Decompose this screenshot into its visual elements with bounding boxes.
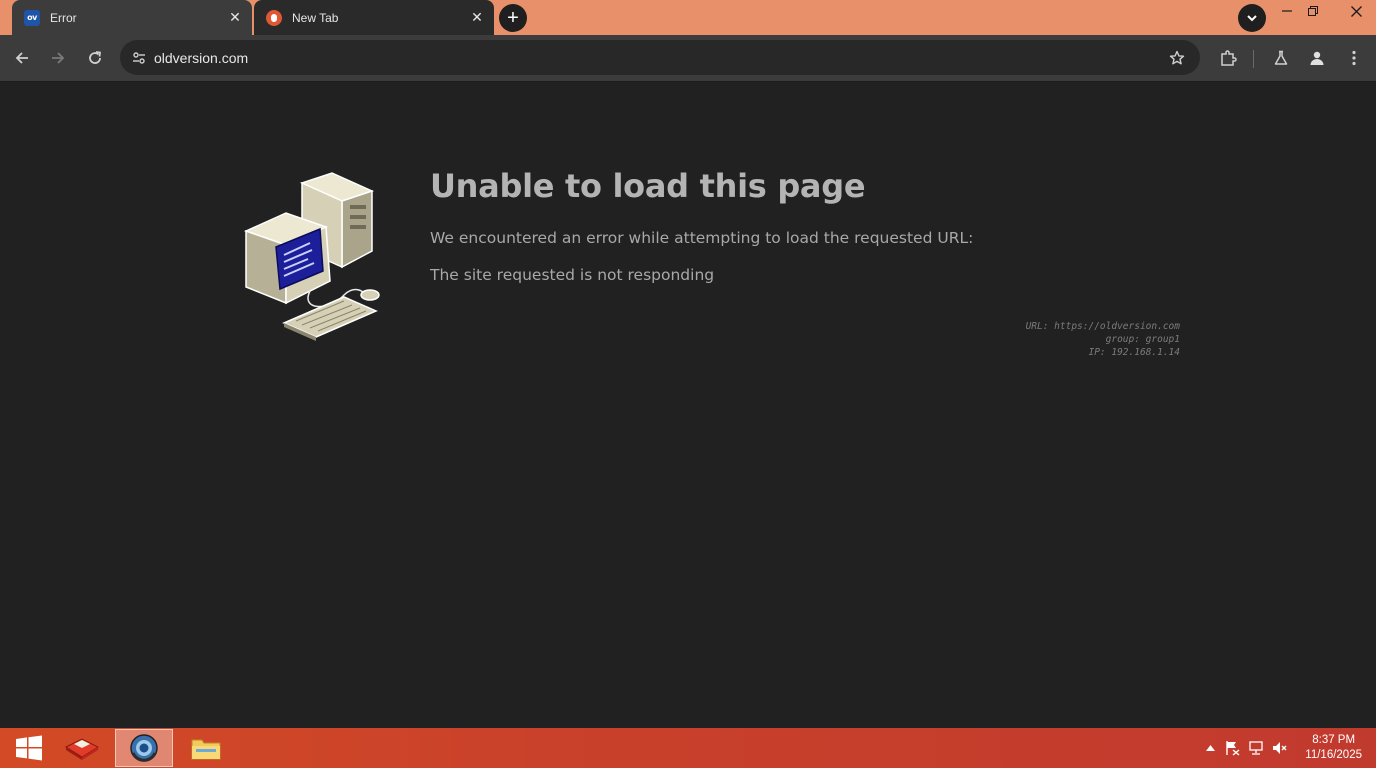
labs-button[interactable] [1269, 46, 1293, 70]
chevron-down-icon [1247, 15, 1257, 22]
close-tab-icon[interactable]: ✕ [226, 9, 244, 27]
reload-icon [89, 51, 102, 64]
bookmark-star-icon[interactable] [1166, 47, 1188, 69]
back-button[interactable] [10, 46, 34, 70]
profile-button[interactable] [1305, 46, 1329, 70]
app-icon [64, 738, 100, 760]
menu-button[interactable] [1342, 46, 1366, 70]
network-monitor-icon [1249, 741, 1263, 755]
speaker-muted-icon [1273, 742, 1287, 754]
taskbar: 8:37 PM 11/16/2025 [0, 728, 1376, 768]
minimize-icon [1282, 10, 1292, 12]
error-reason: The site requested is not responding [430, 266, 715, 284]
network-icon[interactable] [1248, 740, 1264, 756]
close-icon [1350, 5, 1362, 17]
browser-toolbar: oldversion.com [0, 35, 1376, 82]
extensions-button[interactable] [1216, 46, 1240, 70]
back-arrow-icon [15, 52, 28, 64]
browser-taskbar-button[interactable] [115, 729, 173, 767]
file-explorer-button[interactable] [177, 729, 235, 767]
action-center-flag-icon[interactable] [1224, 740, 1240, 756]
meta-url: URL: https://oldversion.com [1025, 321, 1180, 332]
meta-group: group: group1 [1105, 334, 1180, 345]
tab-new-tab[interactable]: New Tab ✕ [254, 0, 494, 35]
error-title: Unable to load this page [430, 167, 866, 205]
start-button[interactable] [0, 729, 58, 767]
reload-button[interactable] [83, 46, 107, 70]
flask-icon [1274, 50, 1288, 65]
site-info-icon[interactable] [128, 47, 150, 69]
restore-icon [1308, 6, 1318, 16]
tab-error[interactable]: ov Error ✕ [12, 0, 252, 35]
volume-icon[interactable] [1272, 740, 1288, 756]
meta-ip: IP: 192.168.1.14 [1088, 347, 1180, 358]
error-meta: URL: https://oldversion.com group: group… [1026, 320, 1180, 359]
duckduckgo-favicon-icon [266, 9, 282, 26]
puzzle-icon [1221, 50, 1237, 66]
tune-icon [133, 51, 145, 64]
close-window-button[interactable] [1336, 0, 1376, 22]
profile-icon [1310, 51, 1324, 65]
app-button[interactable] [53, 729, 111, 767]
forward-arrow-icon [52, 52, 65, 64]
restore-button[interactable] [1298, 0, 1328, 22]
tab-strip: ov Error ✕ New Tab ✕ + [0, 0, 1376, 35]
tab-search-button[interactable] [1238, 4, 1266, 32]
url-text: oldversion.com [154, 49, 249, 66]
chevron-up-icon [1205, 745, 1215, 751]
tab-title: Error [50, 10, 77, 25]
clock-date: 11/16/2025 [1305, 749, 1362, 761]
page-content: Unable to load this page We encountered … [0, 83, 1376, 728]
address-bar[interactable]: oldversion.com [120, 40, 1200, 75]
close-tab-icon[interactable]: ✕ [468, 9, 486, 27]
star-icon [1169, 50, 1185, 64]
windows-logo-icon [16, 735, 42, 761]
more-vert-icon [1352, 50, 1356, 66]
clock-time: 8:37 PM [1312, 734, 1356, 746]
new-tab-button[interactable]: + [499, 4, 527, 32]
browser-icon [130, 734, 158, 762]
ov-favicon-icon: ov [24, 9, 40, 26]
computer-illustration-icon [243, 172, 380, 341]
flag-icon [1226, 741, 1240, 756]
forward-button[interactable] [46, 46, 70, 70]
show-hidden-icons-icon[interactable] [1202, 740, 1218, 756]
file-explorer-icon [191, 739, 221, 760]
error-description: We encountered an error while attempting… [430, 229, 974, 247]
tab-title: New Tab [292, 10, 339, 25]
system-clock[interactable]: 8:37 PM 11/16/2025 [1305, 733, 1362, 763]
toolbar-divider [1253, 50, 1254, 68]
